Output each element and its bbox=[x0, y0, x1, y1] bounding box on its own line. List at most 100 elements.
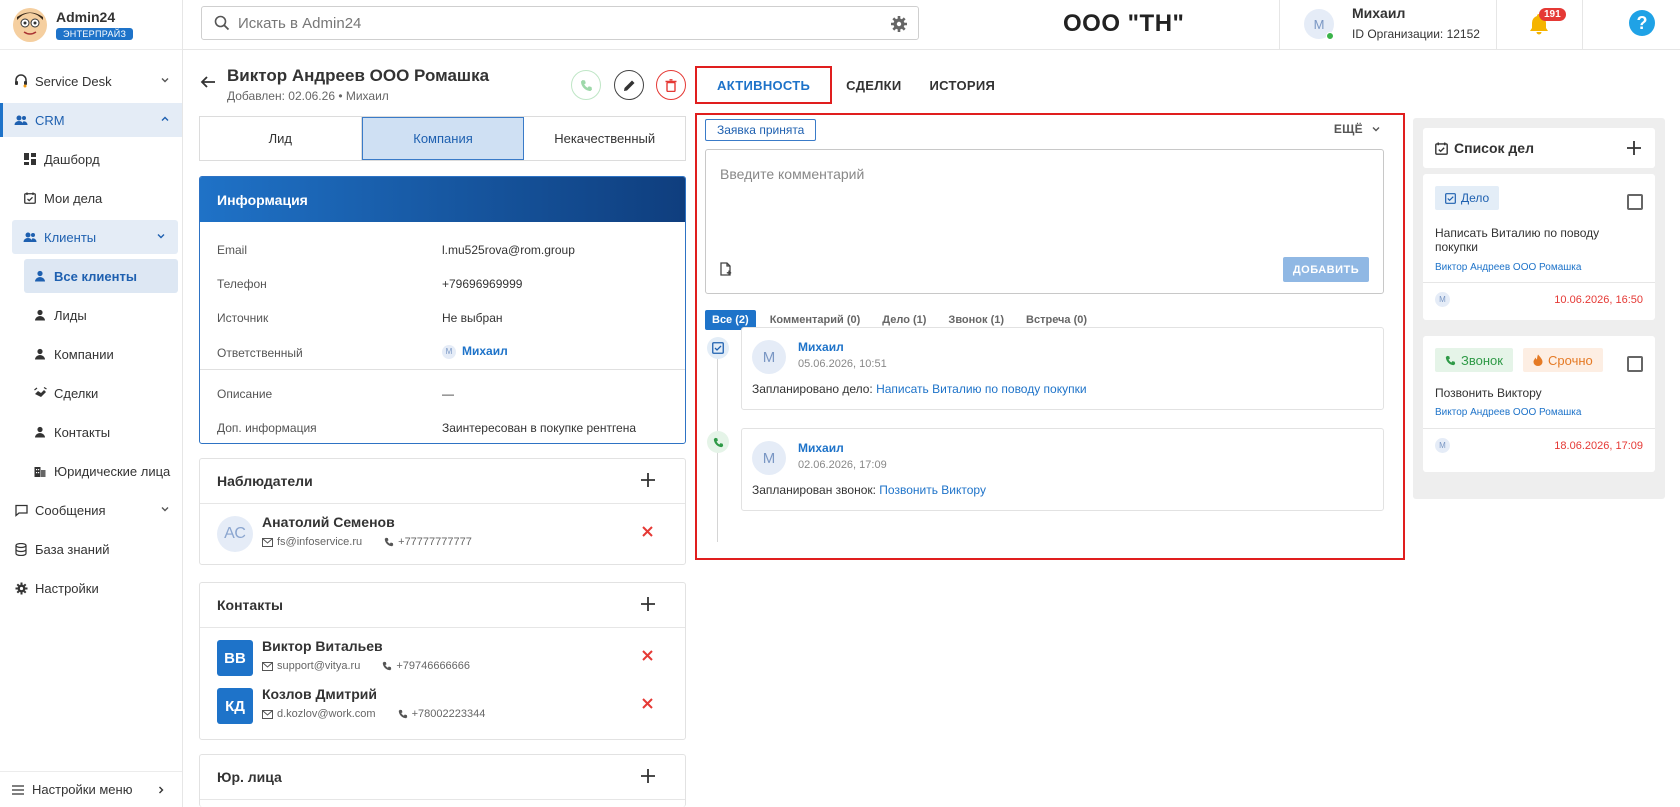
todo-complete-checkbox[interactable] bbox=[1627, 356, 1643, 372]
remove-observer-close-icon[interactable] bbox=[642, 526, 653, 537]
todo-card[interactable]: Звонок Срочно Позвонить Виктору Виктор А… bbox=[1423, 336, 1655, 472]
add-observer-plus-icon[interactable] bbox=[641, 473, 655, 487]
delete-button[interactable] bbox=[656, 70, 686, 100]
todo-due-date: 18.06.2026, 17:09 bbox=[1554, 440, 1643, 452]
sidebar-item-leads[interactable]: Лиды bbox=[0, 298, 182, 332]
sidebar-item-messages[interactable]: Сообщения bbox=[0, 493, 182, 527]
back-arrow-icon[interactable] bbox=[200, 74, 216, 90]
activity-panel: Заявка принята ЕЩЁ ДОБАВИТЬ Все (2) Комм… bbox=[695, 113, 1405, 560]
client-tabs: АКТИВНОСТЬ СДЕЛКИ ИСТОРИЯ bbox=[695, 66, 1009, 104]
search-settings-gear-icon[interactable] bbox=[890, 15, 908, 33]
observer-contacts: fs@infoservice.ru +77777777777 bbox=[262, 536, 472, 548]
responsible-name: Михаил bbox=[462, 344, 508, 358]
sidebar-item-clients[interactable]: Клиенты bbox=[12, 220, 178, 254]
sidebar-item-service-desk[interactable]: Service Desk bbox=[0, 64, 182, 98]
menu-settings-button[interactable]: Настройки меню bbox=[0, 771, 182, 807]
divider bbox=[1423, 428, 1655, 429]
sidebar-item-dashboard[interactable]: Дашборд bbox=[0, 142, 182, 176]
info-card: Информация Email l.mu525rova@rom.group Т… bbox=[199, 176, 686, 444]
info-responsible-value[interactable]: М Михаил bbox=[442, 344, 508, 359]
add-todo-plus-icon[interactable] bbox=[1627, 141, 1641, 155]
remove-contact-close-icon[interactable] bbox=[642, 650, 653, 661]
call-button[interactable] bbox=[571, 70, 601, 100]
sidebar-item-contacts[interactable]: Контакты bbox=[0, 415, 182, 449]
edit-button[interactable] bbox=[614, 70, 644, 100]
todo-client-link[interactable]: Виктор Андреев ООО Ромашка bbox=[1435, 407, 1581, 418]
phone-icon bbox=[580, 79, 593, 92]
sidebar-item-label: Компании bbox=[54, 346, 114, 362]
todo-client-link[interactable]: Виктор Андреев ООО Ромашка bbox=[1435, 262, 1581, 273]
task-check-icon bbox=[707, 337, 729, 359]
sidebar-item-companies[interactable]: Компании bbox=[0, 337, 182, 371]
mail-icon bbox=[262, 537, 273, 547]
sidebar-item-knowledge-base[interactable]: База знаний bbox=[0, 532, 182, 566]
todo-complete-checkbox[interactable] bbox=[1627, 194, 1643, 210]
sidebar-item-all-clients[interactable]: Все клиенты bbox=[24, 259, 178, 293]
contact-item[interactable]: ВВ Виктор Витальев support@vitya.ru +797… bbox=[200, 638, 685, 684]
admin-mascot-logo bbox=[13, 7, 47, 42]
sidebar-item-label: Сделки bbox=[54, 385, 99, 401]
tab-history[interactable]: ИСТОРИЯ bbox=[916, 66, 1010, 104]
people-icon bbox=[13, 112, 29, 128]
tab-deals[interactable]: СДЕЛКИ bbox=[832, 66, 915, 104]
info-label: Источник bbox=[217, 311, 269, 325]
notifications-button[interactable]: 191 bbox=[1497, 0, 1583, 50]
user-profile[interactable]: М Михаил ID Организации: 12152 bbox=[1279, 0, 1497, 50]
observer-avatar: АС bbox=[217, 516, 253, 552]
handshake-icon bbox=[32, 385, 48, 401]
comment-input[interactable] bbox=[720, 166, 1360, 226]
remove-contact-close-icon[interactable] bbox=[642, 698, 653, 709]
event-author[interactable]: Михаил bbox=[798, 340, 844, 354]
client-type-switch: Лид Компания Некачественный bbox=[199, 116, 686, 161]
event-author[interactable]: Михаил bbox=[798, 441, 844, 455]
segment-lead[interactable]: Лид bbox=[200, 117, 362, 160]
sidebar-item-legal-entities[interactable]: Юридические лица bbox=[0, 454, 182, 488]
todo-card[interactable]: Дело Написать Виталию по поводу покупки … bbox=[1423, 174, 1655, 320]
status-chip[interactable]: Заявка принята bbox=[705, 119, 817, 141]
info-label: Ответственный bbox=[217, 346, 303, 360]
activity-event[interactable]: М Михаил 02.06.2026, 17:09 Запланирован … bbox=[741, 428, 1384, 511]
event-task-link[interactable]: Написать Виталию по поводу покупки bbox=[876, 382, 1087, 396]
dashboard-icon bbox=[22, 151, 38, 167]
brand[interactable]: Admin24 ЭНТЕРПРАЙЗ bbox=[0, 0, 182, 50]
mail-icon bbox=[262, 661, 273, 671]
segment-company[interactable]: Компания bbox=[361, 117, 525, 160]
menu-settings-label: Настройки меню bbox=[32, 782, 133, 797]
mail-icon bbox=[262, 709, 273, 719]
search-input[interactable] bbox=[238, 14, 878, 32]
building-icon bbox=[32, 463, 48, 479]
person-icon bbox=[32, 346, 48, 362]
sidebar-item-crm[interactable]: CRM bbox=[0, 103, 182, 137]
edition-badge: ЭНТЕРПРАЙЗ bbox=[56, 28, 134, 40]
attach-file-icon[interactable] bbox=[720, 262, 733, 276]
people-icon bbox=[22, 229, 38, 245]
info-label: Email bbox=[217, 243, 248, 257]
sidebar-item-my-tasks[interactable]: Мои дела bbox=[0, 181, 182, 215]
todo-title: Список дел bbox=[1454, 140, 1534, 156]
more-dropdown[interactable]: ЕЩЁ bbox=[1334, 122, 1381, 136]
event-date: 02.06.2026, 17:09 bbox=[798, 459, 887, 471]
chevron-down-icon bbox=[156, 231, 166, 241]
contact-item[interactable]: КД Козлов Дмитрий d.kozlov@work.com +780… bbox=[200, 686, 685, 732]
add-comment-button[interactable]: ДОБАВИТЬ bbox=[1283, 257, 1369, 282]
observer-item[interactable]: АС Анатолий Семенов fs@infoservice.ru +7… bbox=[200, 514, 685, 560]
sidebar-item-deals[interactable]: Сделки bbox=[0, 376, 182, 410]
online-status-dot bbox=[1326, 32, 1334, 40]
todo-item-title: Позвонить Виктору bbox=[1435, 386, 1542, 400]
user-name: Михаил bbox=[1352, 5, 1406, 21]
info-additional-value: Заинтересован в покупке рентгена bbox=[442, 421, 637, 435]
sidebar-item-label: Мои дела bbox=[44, 190, 103, 206]
add-legal-entity-plus-icon[interactable] bbox=[641, 769, 655, 783]
activity-event[interactable]: М Михаил 05.06.2026, 10:51 Запланировано… bbox=[741, 327, 1384, 410]
sidebar-item-settings[interactable]: Настройки bbox=[0, 571, 182, 605]
calendar-check-icon bbox=[1435, 142, 1448, 155]
app-name: Admin24 bbox=[56, 9, 116, 25]
tab-activity[interactable]: АКТИВНОСТЬ bbox=[695, 66, 833, 104]
info-label: Доп. информация bbox=[217, 421, 317, 435]
segment-unqualified[interactable]: Некачественный bbox=[524, 117, 685, 160]
contact-phone: +79746666666 bbox=[396, 660, 471, 672]
help-icon[interactable]: ? bbox=[1629, 10, 1655, 36]
event-call-link[interactable]: Позвонить Виктору bbox=[879, 483, 986, 497]
add-contact-plus-icon[interactable] bbox=[641, 597, 655, 611]
search-bar[interactable] bbox=[201, 6, 919, 40]
